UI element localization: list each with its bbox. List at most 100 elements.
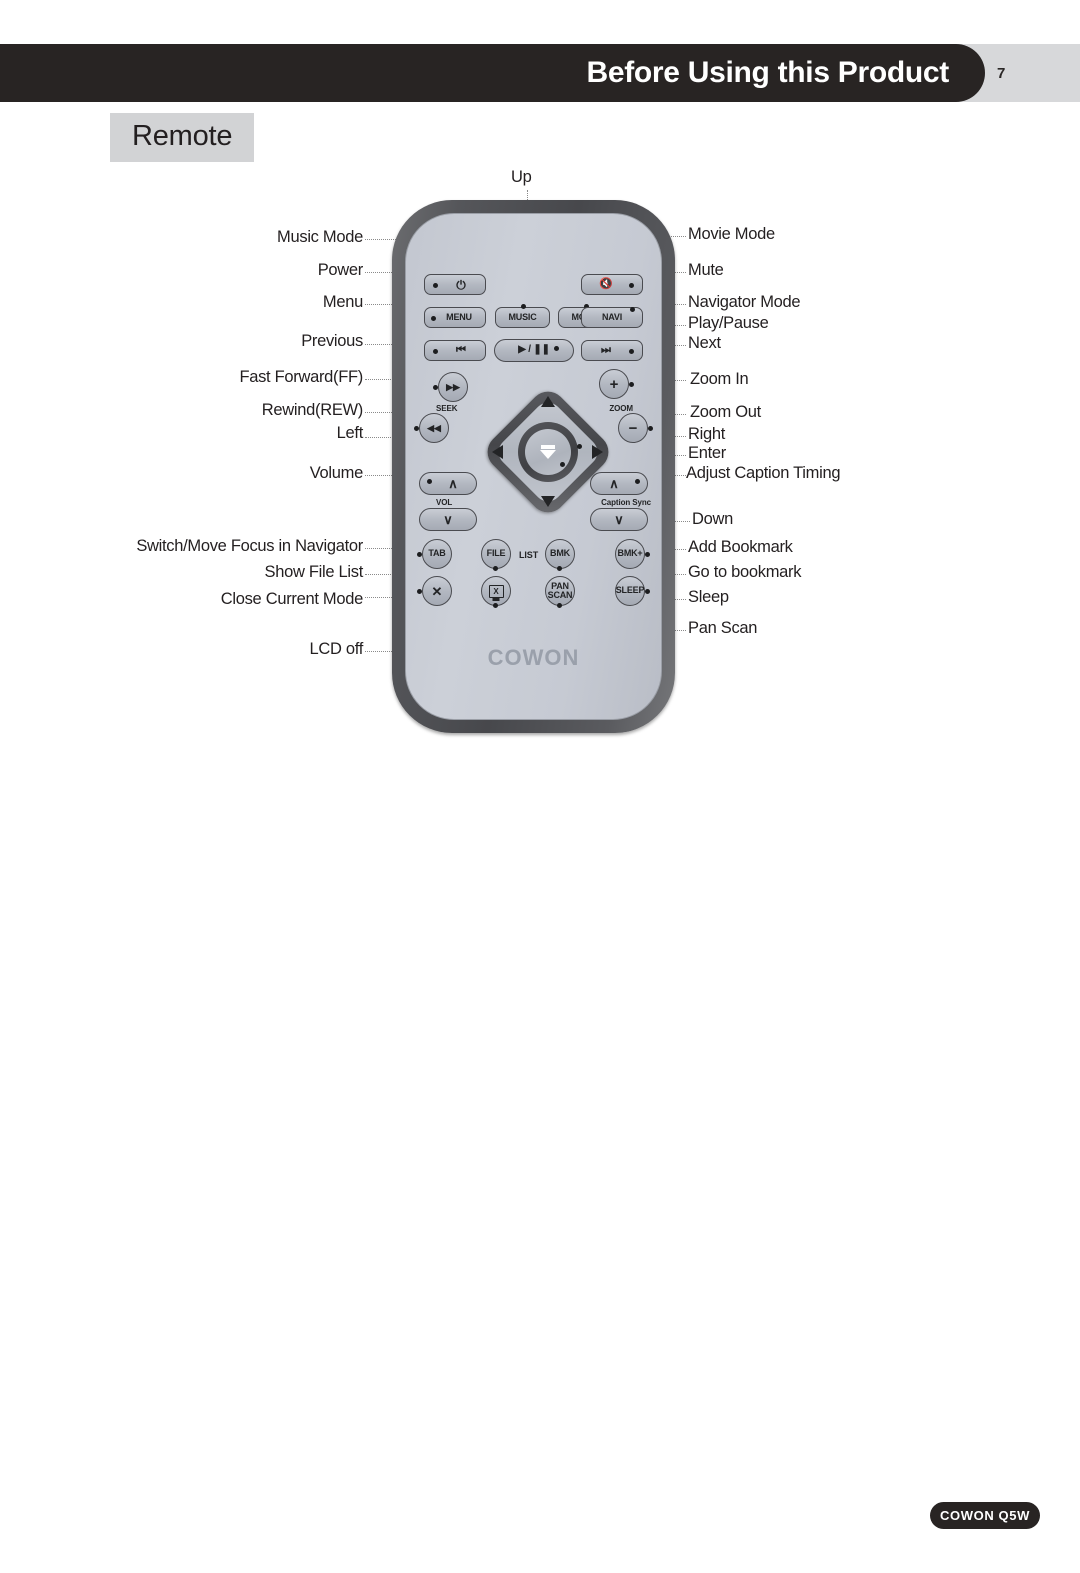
file-connector-dot [493, 566, 498, 571]
footer-model-badge: COWON Q5W [930, 1502, 1040, 1529]
menu-connector-dot [431, 316, 436, 321]
lcd-off-button[interactable]: X [481, 576, 511, 606]
dpad-right-arrow-icon[interactable] [592, 444, 603, 459]
navi-connector-dot [630, 307, 635, 312]
tab-label: TAB [428, 548, 446, 559]
callout-movie-mode: Movie Mode [688, 225, 775, 243]
callout-down: Down [692, 510, 733, 528]
menu-label: MENU [446, 311, 472, 322]
volume-connector-dot [427, 479, 432, 484]
dpad-left-arrow-icon[interactable] [492, 444, 503, 459]
power-connector-dot [433, 283, 438, 288]
enter-connector-dot [560, 462, 565, 467]
file-label: FILE [486, 548, 506, 559]
vol-group-label: VOL [436, 498, 453, 507]
page-header: Before Using this Product [0, 44, 985, 102]
add-bookmark-label: BMK+ [617, 548, 643, 559]
callout-play-pause: Play/Pause [688, 314, 769, 332]
callout-pan-scan: Pan Scan [688, 619, 758, 637]
section-heading-label: Remote [132, 120, 233, 152]
callout-adjust-caption-timing: Adjust Caption Timing [686, 464, 841, 482]
tab-button[interactable]: TAB [422, 539, 452, 569]
close-icon: ✕ [431, 583, 443, 599]
list-group-label: LIST [519, 550, 539, 560]
callout-zoom-in: Zoom In [690, 370, 749, 388]
lcd-off-x-mark: X [493, 586, 499, 596]
volume-up-icon: ∧ [448, 476, 458, 491]
callout-show-file-list: Show File List [264, 563, 363, 581]
sleep-button[interactable]: SLEEP [615, 576, 645, 606]
remote-brand-logo: COWON [487, 645, 580, 670]
navi-button[interactable]: NAVI [581, 307, 643, 328]
callout-switch-focus: Switch/Move Focus in Navigator [136, 537, 363, 555]
next-icon: ⏭ [601, 344, 611, 356]
bookmark-label: BMK [550, 548, 570, 559]
add-bookmark-button[interactable]: BMK+ [615, 539, 645, 569]
caption-sync-down-icon: ∨ [614, 512, 624, 527]
menu-button[interactable]: MENU [424, 307, 486, 328]
callout-lcd-off: LCD off [309, 640, 363, 658]
power-icon: ⏻ [456, 277, 466, 292]
play-pause-button[interactable]: ▶ / ❚❚ [494, 339, 574, 362]
dpad-down-arrow-icon[interactable] [540, 496, 555, 507]
callout-right: Right [688, 425, 726, 443]
volume-down-icon: ∨ [443, 512, 453, 527]
callout-sleep: Sleep [688, 588, 729, 606]
callout-navigator-mode: Navigator Mode [688, 293, 801, 311]
callout-zoom-out: Zoom Out [690, 403, 761, 421]
zoom-out-icon: − [628, 419, 638, 437]
callout-enter: Enter [688, 444, 726, 462]
mute-icon: 🔇 [599, 278, 613, 290]
callout-fast-forward: Fast Forward(FF) [239, 368, 363, 386]
bookmark-button[interactable]: BMK [545, 539, 575, 569]
callout-left: Left [336, 424, 364, 442]
callout-menu: Menu [322, 293, 363, 311]
previous-connector-dot [433, 349, 438, 354]
fast-forward-connector-dot [433, 385, 438, 390]
music-connector-dot [521, 304, 526, 309]
fast-forward-icon: ▶▶ [446, 381, 460, 392]
file-button[interactable]: FILE [481, 539, 511, 569]
dpad-right-connector-dot [577, 444, 582, 449]
callout-next: Next [688, 334, 721, 352]
zoom-out-button[interactable]: − [618, 413, 648, 443]
sleep-connector-dot [645, 589, 650, 594]
callout-previous: Previous [301, 332, 363, 350]
close-mode-button[interactable]: ✕ [422, 576, 452, 606]
music-label: MUSIC [508, 311, 537, 322]
dpad-up-arrow-icon[interactable] [540, 396, 555, 407]
caption-sync-connector-dot [635, 479, 640, 484]
lcd-off-connector-dot [493, 603, 498, 608]
remote-diagram: Up Music Mode Power Menu Previous Fast F… [0, 160, 1080, 800]
footer-model-label: COWON Q5W [940, 1508, 1030, 1523]
volume-down-button[interactable]: ∨ [419, 508, 477, 531]
volume-up-button[interactable]: ∧ [419, 472, 477, 495]
music-button[interactable]: MUSIC [495, 304, 550, 328]
next-connector-dot [629, 349, 634, 354]
bookmark-connector-dot [557, 566, 562, 571]
pan-scan-button[interactable]: PAN SCAN [545, 576, 575, 606]
callout-music-mode: Music Mode [277, 228, 363, 246]
play-pause-connector-dot [554, 346, 559, 351]
zoom-in-connector-dot [629, 382, 634, 387]
callout-up: Up [511, 168, 532, 186]
navi-label: NAVI [601, 311, 623, 322]
callout-mute: Mute [688, 261, 724, 279]
enter-icon [539, 444, 556, 459]
callout-add-bookmark: Add Bookmark [688, 538, 793, 556]
page-number: 7 [997, 64, 1006, 82]
previous-button[interactable]: ⏮ [424, 340, 486, 361]
add-bookmark-connector-dot [645, 552, 650, 557]
fast-forward-button[interactable]: ▶▶ [438, 372, 468, 402]
power-button[interactable]: ⏻ [424, 274, 486, 295]
mute-connector-dot [629, 283, 634, 288]
lcd-off-icon: X [488, 584, 504, 598]
next-button[interactable]: ⏭ [581, 340, 643, 361]
tab-connector-dot [417, 552, 422, 557]
rewind-connector-dot [414, 426, 419, 431]
rewind-button[interactable]: ◀◀ [419, 413, 449, 443]
mute-button[interactable]: 🔇 [581, 274, 643, 295]
seek-group-label: SEEK [436, 404, 458, 413]
rewind-icon: ◀◀ [427, 422, 441, 433]
enter-button[interactable] [524, 428, 571, 475]
